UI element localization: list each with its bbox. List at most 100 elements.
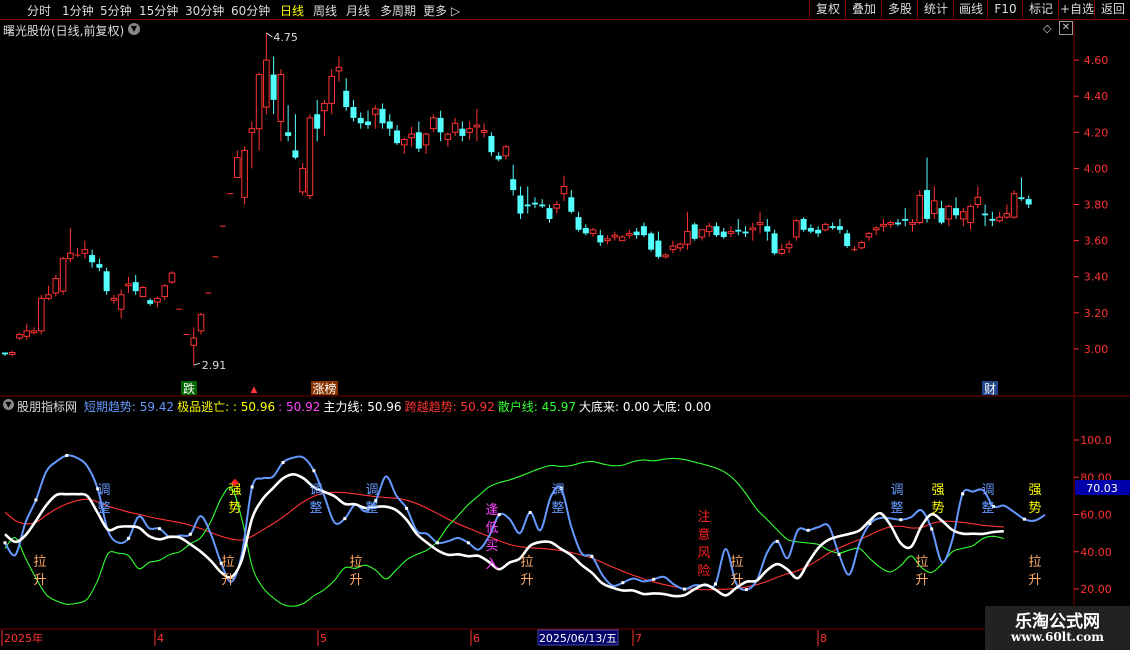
candle-body <box>865 232 873 238</box>
candle-body <box>582 227 589 234</box>
series-point <box>405 506 409 510</box>
candle-41 <box>299 162 306 196</box>
event-tag-1: 涨榜 <box>312 381 336 396</box>
candle-body <box>916 194 924 224</box>
candle-40 <box>292 114 299 160</box>
candle-body <box>778 249 786 254</box>
candle-4 <box>30 327 38 335</box>
candles <box>2 33 1032 366</box>
diamond-icon[interactable]: ◇ <box>1043 22 1051 35</box>
candle-body <box>45 294 52 299</box>
candle-27 <box>197 312 205 335</box>
candle-85 <box>618 235 626 242</box>
price-label: 3.00 <box>1084 343 1109 356</box>
candle-body <box>611 234 619 238</box>
time-label-2: 5 <box>320 632 327 645</box>
price-label: 4.40 <box>1084 90 1109 103</box>
signal-label-15: 强势 <box>1028 483 1041 516</box>
time-label-4: 7 <box>635 632 642 645</box>
candle-46 <box>335 56 343 82</box>
candle-body <box>422 133 430 146</box>
signal-label-2: 拉升 <box>349 555 362 588</box>
candle-body <box>597 235 604 243</box>
high-marker-label: 4.75 <box>273 31 298 44</box>
candle-body <box>655 240 662 257</box>
candle-120 <box>872 226 880 236</box>
candle-body <box>720 231 727 238</box>
candle-body <box>394 130 401 144</box>
price-label: 4.60 <box>1084 54 1109 67</box>
series-point <box>312 469 316 473</box>
chevron-down-icon[interactable]: ▼ <box>3 399 14 410</box>
candle-body <box>67 252 74 260</box>
candle-body <box>1018 197 1025 200</box>
candle-body <box>154 297 161 303</box>
candle-134 <box>974 186 982 209</box>
candle-34 <box>248 121 256 169</box>
candle-body <box>844 233 851 247</box>
candle-body <box>357 117 364 124</box>
candle-body <box>669 245 677 251</box>
low-marker-label: 2.91 <box>202 359 227 372</box>
candle-body <box>299 167 306 193</box>
candle-18 <box>132 274 139 295</box>
close-icon[interactable]: ✕ <box>1059 21 1073 35</box>
candle-body <box>930 200 938 215</box>
candle-5 <box>38 294 45 335</box>
watermark-line2: www.60lt.com <box>1011 630 1104 644</box>
candle-body <box>350 107 357 118</box>
candle-3 <box>23 323 31 340</box>
candle-106 <box>771 229 778 256</box>
candle-body <box>684 231 691 245</box>
chart-canvas[interactable]: 4.60 4.40 4.20 4.00 3.80 3.60 3.40 3.20 3.00 4.75… <box>0 0 1130 650</box>
candle-37 <box>270 56 277 115</box>
candle-body <box>386 121 393 129</box>
series-point <box>683 587 687 591</box>
candle-body <box>924 190 931 219</box>
candle-body <box>938 208 945 223</box>
candle-26 <box>190 327 198 366</box>
candle-body <box>437 117 444 133</box>
candle-body <box>1003 213 1011 218</box>
candle-79 <box>575 211 582 232</box>
candle-23 <box>168 271 176 284</box>
candle-body <box>524 204 531 207</box>
candle-body <box>466 128 473 133</box>
candle-body <box>676 243 684 249</box>
indicator-name[interactable]: 股朋指标网 <box>17 400 77 414</box>
candle-67 <box>488 132 495 156</box>
candle-body <box>343 90 350 108</box>
candle-33 <box>241 146 248 205</box>
candle-body <box>365 121 371 126</box>
candle-body <box>89 255 96 263</box>
candle-body <box>807 227 814 232</box>
candle-body <box>633 231 640 236</box>
candle-13 <box>96 258 103 272</box>
candle-123 <box>894 218 901 227</box>
candle-body <box>371 108 379 115</box>
candle-84 <box>611 231 619 241</box>
chevron-down-icon[interactable]: ▼ <box>128 23 140 35</box>
candle-112 <box>815 226 822 238</box>
candle-36 <box>263 33 270 115</box>
candle-body <box>103 271 110 292</box>
series-point <box>466 541 470 545</box>
price-label: 3.40 <box>1084 271 1109 284</box>
price-label: 4.20 <box>1084 126 1109 139</box>
series-point <box>188 532 192 536</box>
candle-17 <box>125 276 132 293</box>
series-point <box>621 581 625 585</box>
candle-body <box>575 217 582 230</box>
candle-body <box>698 229 706 238</box>
candle-102 <box>742 226 749 238</box>
candle-body <box>16 333 23 339</box>
candle-body <box>292 150 299 158</box>
candle-107 <box>778 244 786 256</box>
signal-label-8: 调整 <box>309 483 322 516</box>
candle-body <box>640 226 647 236</box>
candle-87 <box>633 227 640 239</box>
candle-body <box>255 74 263 130</box>
candle-42 <box>306 114 314 200</box>
event-tag-2: 财 <box>984 382 996 396</box>
series-point <box>775 539 779 543</box>
